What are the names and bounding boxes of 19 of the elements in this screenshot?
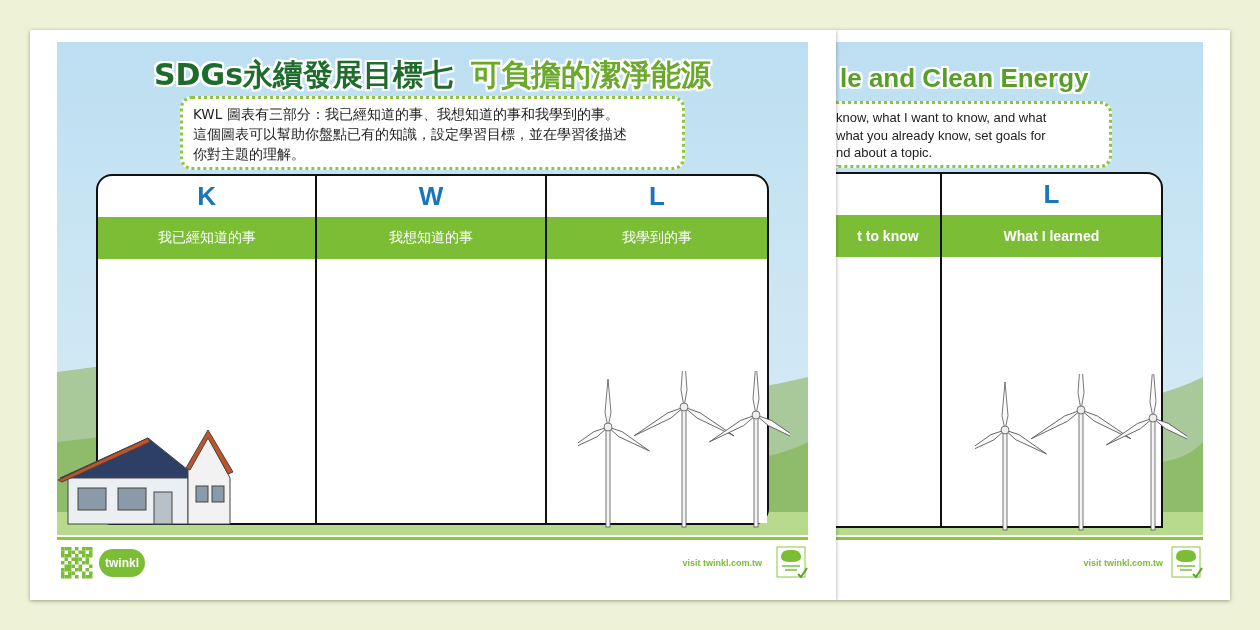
- website-link[interactable]: visit twinkl.com.tw: [1083, 558, 1163, 568]
- column-heading: 我已經知道的事: [98, 217, 316, 259]
- column-letter: L: [1043, 178, 1060, 209]
- quality-badge-icon: [1171, 546, 1203, 580]
- column-letter: L: [648, 181, 665, 211]
- worksheet-title: SDGs永續發展目標七 可負擔的潔淨能源: [154, 56, 711, 94]
- intro-text: know, what I want to know, and what what you already know, set goals for nd about a topic.: [836, 101, 1112, 168]
- column-letter: W: [418, 181, 444, 211]
- column-heading: 我學到的事: [544, 217, 767, 259]
- twinkl-logo: twinkl: [99, 549, 145, 577]
- column-heading: t to know: [836, 214, 940, 257]
- intro-text: KWL 圖表有三部分：我已經知道的事、我想知道的事和我學到的事。 這個圖表可以幫助你盤點已有的知識，設定學習目標，並在學習後描述 你對主題的理解。: [180, 96, 685, 170]
- column-heading: What I learned: [939, 214, 1161, 257]
- website-link[interactable]: visit twinkl.com.tw: [682, 558, 762, 568]
- worksheet-title: le and Clean Energy: [840, 62, 1089, 95]
- column-letter: K: [197, 181, 217, 211]
- column-heading: 我想知道的事: [315, 217, 545, 259]
- qr-code-icon: [61, 547, 93, 579]
- quality-badge-icon: [776, 546, 808, 580]
